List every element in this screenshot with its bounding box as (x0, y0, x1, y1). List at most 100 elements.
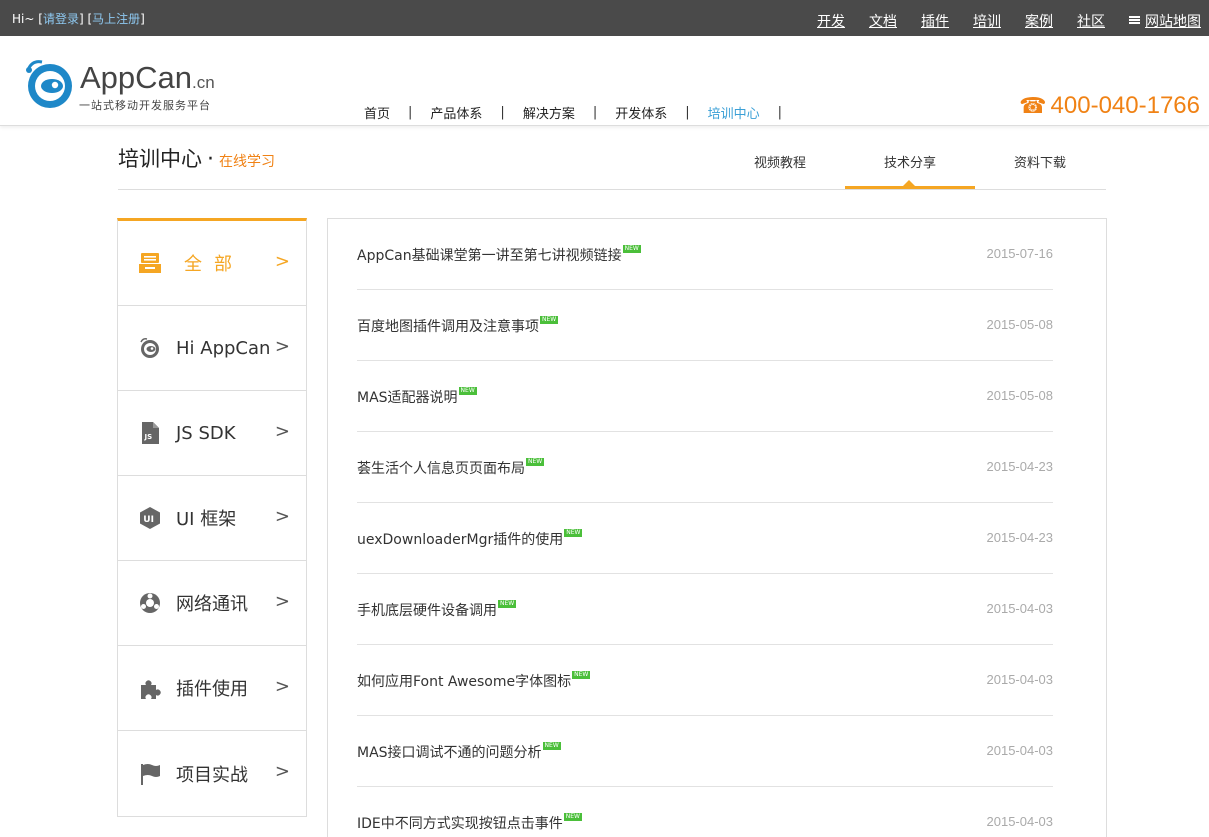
chevron-right-icon: > (274, 421, 290, 442)
sidebar-item-label: 项目实战 (176, 764, 248, 786)
article-title-text[interactable]: 百度地图插件调用及注意事项 (357, 319, 539, 335)
article-date: 2015-04-03 (986, 672, 1054, 687)
article-title-text[interactable]: AppCan基础课堂第一讲至第七讲视频链接 (357, 248, 622, 264)
sidebar-item-label: UI 框架 (176, 509, 237, 530)
sidebar-item-all[interactable]: 全部 > (118, 221, 306, 306)
article-title[interactable]: 荟生活个人信息页页面布局 NEW (357, 458, 545, 478)
main-nav-solutions[interactable]: 解决方案 (523, 103, 575, 122)
bracket: ] (140, 12, 145, 26)
main-nav-dev-system[interactable]: 开发体系 (615, 103, 667, 122)
sidebar-item-label: 全部 (184, 254, 244, 275)
tab-video-tutorials[interactable]: 视频教程 (715, 152, 845, 189)
list-item[interactable]: IDE中不同方式实现按钮点击事件 NEW 2015-04-03 (357, 787, 1053, 837)
top-nav-dev[interactable]: 开发 (817, 11, 845, 31)
chevron-right-icon: > (274, 676, 290, 697)
article-title-text[interactable]: 如何应用Font Awesome字体图标 (357, 674, 571, 690)
brand-tagline: 一站式移动开发服务平台 (79, 99, 211, 112)
article-date: 2015-04-03 (986, 601, 1054, 616)
new-badge: NEW (564, 529, 583, 537)
article-title[interactable]: MAS适配器说明 NEW (357, 387, 477, 407)
nav-separator: | (777, 105, 783, 120)
article-title[interactable]: 手机底层硬件设备调用 NEW (357, 600, 517, 620)
list-item[interactable]: 手机底层硬件设备调用 NEW 2015-04-03 (357, 574, 1053, 645)
divider (118, 189, 1106, 190)
sidebar-item-hi-appcan[interactable]: Hi AppCan > (118, 306, 306, 391)
sidebar-item-label: Hi AppCan (176, 337, 271, 359)
register-link[interactable]: 马上注册 (92, 12, 140, 26)
article-title-text[interactable]: 手机底层硬件设备调用 (357, 603, 497, 619)
sitemap-label: 网站地图 (1145, 14, 1201, 30)
article-title[interactable]: uexDownloaderMgr插件的使用 NEW (357, 529, 583, 549)
new-badge: NEW (542, 742, 561, 750)
brand-suffix: .cn (192, 73, 215, 92)
tab-downloads[interactable]: 资料下载 (975, 152, 1105, 189)
article-title[interactable]: IDE中不同方式实现按钮点击事件 NEW (357, 813, 582, 833)
article-title-text[interactable]: MAS适配器说明 (357, 390, 458, 406)
svg-text:UI: UI (143, 515, 154, 525)
tab-tech-sharing[interactable]: 技术分享 (845, 152, 975, 189)
list-item[interactable]: AppCan基础课堂第一讲至第七讲视频链接 NEW 2015-07-16 (357, 219, 1053, 290)
nav-separator: | (685, 105, 690, 120)
main-nav-training[interactable]: 培训中心 (708, 103, 760, 122)
top-nav-docs[interactable]: 文档 (869, 11, 897, 31)
list-item[interactable]: 百度地图插件调用及注意事项 NEW 2015-05-08 (357, 290, 1053, 361)
brand-name: AppCan.cn (80, 60, 215, 96)
article-title[interactable]: AppCan基础课堂第一讲至第七讲视频链接 NEW (357, 245, 641, 265)
article-title-text[interactable]: MAS接口调试不通的问题分析 (357, 745, 542, 761)
sidebar-item-network[interactable]: 网络通讯 > (118, 561, 306, 646)
page-subtitle: 在线学习 (219, 154, 275, 170)
menu-icon (1129, 16, 1140, 24)
page-title-text: 培训中心 (118, 147, 202, 171)
network-icon (136, 589, 164, 617)
list-item[interactable]: MAS适配器说明 NEW 2015-05-08 (357, 361, 1053, 432)
main-nav-home[interactable]: 首页 (364, 103, 390, 122)
nav-separator: | (500, 105, 505, 120)
section-tabs: 视频教程 技术分享 资料下载 (715, 152, 1105, 189)
login-link[interactable]: 请登录 (43, 12, 79, 26)
sidebar-item-label: 网络通讯 (176, 594, 248, 615)
greeting-text: Hi~ (12, 12, 35, 26)
top-nav: 开发 文档 插件 培训 案例 社区 网站地图 (793, 11, 1201, 31)
sidebar-item-plugins[interactable]: 插件使用 > (118, 646, 306, 731)
top-nav-cases[interactable]: 案例 (1025, 11, 1053, 31)
flag-icon (136, 760, 164, 788)
svg-text:JS: JS (144, 433, 153, 441)
list-item[interactable]: 荟生活个人信息页页面布局 NEW 2015-04-23 (357, 432, 1053, 503)
article-title[interactable]: 百度地图插件调用及注意事项 NEW (357, 316, 559, 336)
article-title-text[interactable]: uexDownloaderMgr插件的使用 (357, 532, 563, 548)
nav-separator: | (592, 105, 598, 120)
article-title[interactable]: MAS接口调试不通的问题分析 NEW (357, 742, 561, 762)
top-nav-plugins[interactable]: 插件 (921, 11, 949, 31)
top-nav-training[interactable]: 培训 (973, 11, 1001, 31)
list-item[interactable]: 如何应用Font Awesome字体图标 NEW 2015-04-03 (357, 645, 1053, 716)
new-badge: NEW (563, 813, 582, 821)
sidebar-item-label: JS SDK (176, 422, 236, 444)
article-title-text[interactable]: 荟生活个人信息页页面布局 (357, 461, 525, 477)
hotline-number: 400-040-1766 (1050, 92, 1200, 119)
title-dot: · (207, 147, 214, 172)
appcan-icon (136, 334, 164, 362)
article-title-text[interactable]: IDE中不同方式实现按钮点击事件 (357, 816, 563, 832)
appcan-logo[interactable]: AppCan.cn 一站式移动开发服务平台 (22, 52, 237, 112)
top-nav-community[interactable]: 社区 (1077, 11, 1105, 31)
bracket: ] (78, 12, 84, 26)
sitemap-link[interactable]: 网站地图 (1129, 11, 1201, 31)
new-badge: NEW (572, 671, 591, 679)
main-nav-products[interactable]: 产品体系 (430, 103, 482, 122)
ui-hexagon-icon: UI (136, 504, 164, 532)
article-title[interactable]: 如何应用Font Awesome字体图标 NEW (357, 671, 591, 691)
nav-separator: | (408, 105, 413, 120)
site-header: AppCan.cn 一站式移动开发服务平台 首页 | 产品体系 | 解决方案 |… (0, 36, 1209, 126)
brand-text: AppCan (80, 60, 193, 95)
sidebar-item-js-sdk[interactable]: JS JS SDK > (118, 391, 306, 476)
sidebar-item-ui-framework[interactable]: UI UI 框架 > (118, 476, 306, 561)
sidebar-item-projects[interactable]: 项目实战 > (118, 731, 306, 816)
article-date: 2015-04-03 (986, 743, 1054, 758)
new-badge: NEW (526, 458, 545, 466)
main-nav: 首页 | 产品体系 | 解决方案 | 开发体系 | 培训中心 | (364, 103, 800, 122)
list-item[interactable]: MAS接口调试不通的问题分析 NEW 2015-04-03 (357, 716, 1053, 787)
list-item[interactable]: uexDownloaderMgr插件的使用 NEW 2015-04-23 (357, 503, 1053, 574)
category-sidebar: 全部 > Hi AppCan > JS JS SDK > UI UI 框架 > … (117, 218, 307, 817)
appcan-logo-icon (26, 60, 72, 108)
js-file-icon: JS (136, 419, 164, 447)
